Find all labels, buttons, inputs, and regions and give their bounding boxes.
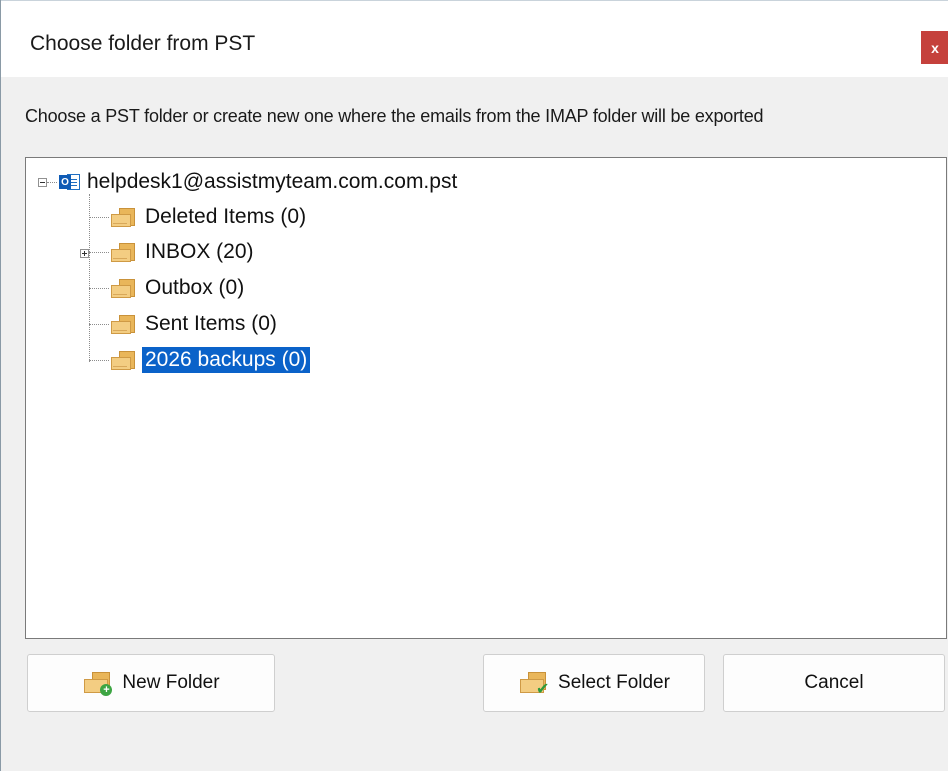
folder-tree[interactable]: O helpdesk1@assistmyteam.com.com.pst Del… <box>25 157 947 639</box>
title-bar: Choose folder from PST x <box>1 0 948 77</box>
tree-root-label: helpdesk1@assistmyteam.com.com.pst <box>87 170 458 193</box>
collapse-icon[interactable] <box>38 177 47 187</box>
tree-item-label-selected: 2026 backups (0) <box>142 347 311 373</box>
tree-item-deleted-items[interactable]: Deleted Items (0) <box>89 200 309 234</box>
tree-item-label: Deleted Items (0) <box>145 205 307 228</box>
window-title: Choose folder from PST <box>30 32 256 55</box>
new-folder-label: New Folder <box>122 672 220 693</box>
select-folder-label: Select Folder <box>558 672 670 693</box>
cancel-button[interactable]: Cancel <box>723 654 945 712</box>
tree-connector <box>89 323 109 325</box>
tree-item-sent-items[interactable]: Sent Items (0) <box>89 307 280 341</box>
mail-folder-icon <box>109 206 137 228</box>
tree-connector <box>47 181 57 183</box>
tree-item-2026-backups[interactable]: 2026 backups (0) <box>89 343 311 377</box>
tree-item-label: Sent Items (0) <box>145 312 277 335</box>
tree-connector <box>89 287 109 289</box>
cancel-label: Cancel <box>804 672 864 693</box>
tree-root-node[interactable]: O helpdesk1@assistmyteam.com.com.pst <box>38 168 457 196</box>
outlook-pst-icon: O <box>59 172 81 192</box>
new-folder-button[interactable]: + New Folder <box>27 654 275 712</box>
tree-item-outbox[interactable]: Outbox (0) <box>89 271 247 305</box>
new-folder-icon: + <box>82 670 118 696</box>
expand-icon[interactable] <box>80 249 89 258</box>
mail-folder-icon <box>109 349 137 371</box>
tree-connector <box>89 251 109 253</box>
tree-item-inbox[interactable]: INBOX (20) <box>89 235 257 269</box>
mail-folder-icon <box>109 241 137 263</box>
select-folder-button[interactable]: ✔ Select Folder <box>483 654 705 712</box>
tree-connector <box>89 359 109 361</box>
tree-item-label: INBOX (20) <box>145 240 254 263</box>
mail-folder-icon <box>109 277 137 299</box>
instruction-text: Choose a PST folder or create new one wh… <box>25 106 764 126</box>
tree-connector <box>89 216 109 218</box>
select-folder-icon: ✔ <box>518 670 554 698</box>
tree-item-label: Outbox (0) <box>145 276 245 299</box>
close-button[interactable]: x <box>921 31 948 64</box>
choose-folder-dialog: Choose folder from PST x Choose a PST fo… <box>0 0 948 771</box>
mail-folder-icon <box>109 313 137 335</box>
